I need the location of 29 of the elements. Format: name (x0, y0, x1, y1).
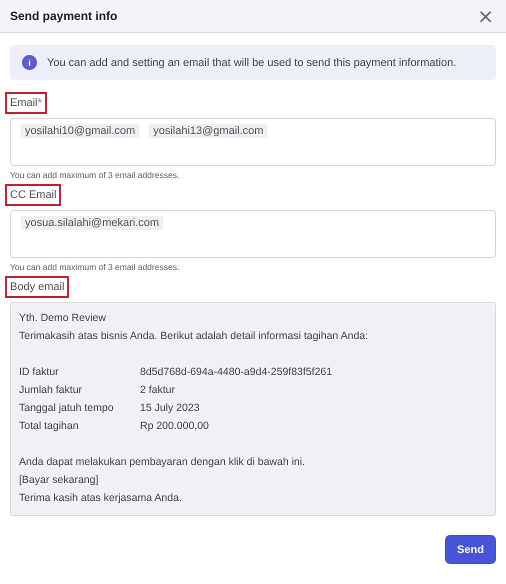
detail-label: Jumlah faktur (19, 383, 84, 398)
detail-label: Tanggal jatuh tempo (19, 401, 115, 416)
body-text: Anda dapat melakukan pembayaran dengan klik di bawah ini. (19, 455, 306, 470)
detail-value: 8d5d768d-694a-4480-a9d4-259f83f5f261 (140, 365, 332, 380)
body-text: Yth. Demo Review (19, 311, 107, 326)
field-hint: You can add maximum of 3 email addresses. (10, 170, 180, 180)
email-chip: yosilahi13@gmail.com (149, 124, 268, 138)
email-field[interactable]: yosilahi10@gmail.com yosilahi13@gmail.com (10, 118, 496, 166)
email-chip: yosilahi10@gmail.com (21, 124, 140, 138)
detail-value: Rp 200.000,00 (140, 419, 209, 434)
body-email-field[interactable] (10, 302, 496, 516)
body-text: Terima kasih atas kerjasama Anda. (19, 491, 183, 506)
email-field[interactable]: yosua.silalahi@mekari.com (10, 210, 496, 258)
info-icon: i (22, 55, 37, 70)
body-text: Terimakasih atas bisnis Anda. Berikut adalah detail informasi tagihan Anda: (19, 329, 370, 344)
body-text: [Bayar sekarang] (19, 473, 100, 488)
close-button[interactable]: × (475, 6, 496, 26)
info-text: You can add and setting an email that will be used to send this payment information. (47, 56, 456, 68)
field-label: CC Email (5, 184, 62, 206)
detail-value: 2 faktur (140, 383, 176, 398)
send-button[interactable]: Send (445, 535, 496, 564)
dialog-title: Send payment info (10, 9, 118, 23)
detail-label: ID faktur (19, 365, 60, 380)
field-label: Body email (5, 276, 70, 298)
detail-label: Total tagihan (19, 419, 80, 434)
email-chip: yosua.silalahi@mekari.com (21, 216, 164, 230)
field-hint: You can add maximum of 3 email addresses. (10, 262, 180, 272)
field-label: Email* (5, 92, 47, 114)
detail-value: 15 July 2023 (140, 401, 200, 416)
